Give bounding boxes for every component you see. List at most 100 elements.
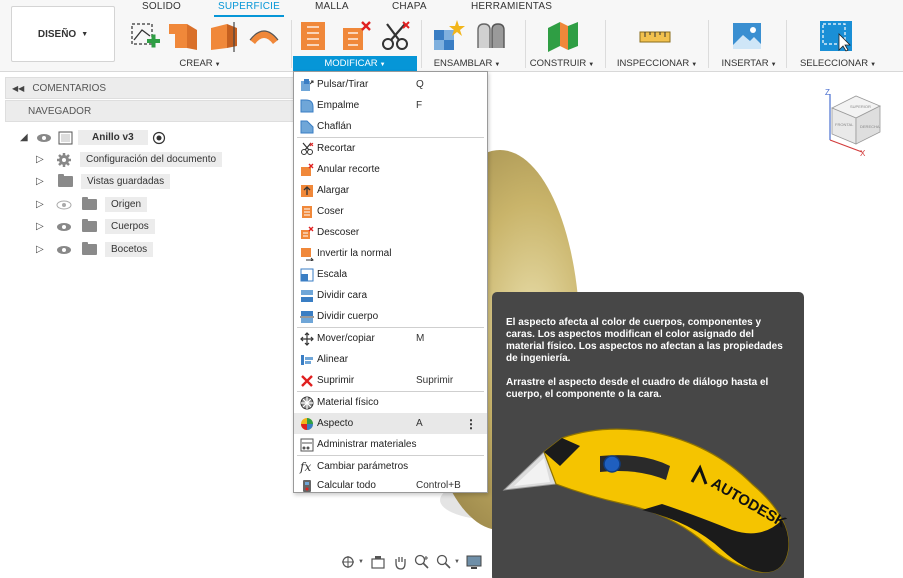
activate-radio-icon[interactable] [152, 131, 166, 145]
menu-item-delete[interactable]: Suprimir Suprimir [294, 370, 487, 391]
group-ensamblar[interactable]: ENSAMBLAR ▼ [428, 58, 506, 70]
menu-item-split-face[interactable]: Dividir cara [294, 285, 487, 306]
display-settings-icon[interactable] [466, 554, 482, 570]
chevron-down-icon[interactable]: ▼ [358, 559, 364, 565]
collapse-icon[interactable]: ◀◀ [12, 84, 24, 93]
cube-front-label: FRONTAL [835, 122, 854, 127]
comments-panel[interactable]: ◀◀ COMENTARIOS [5, 77, 295, 99]
axis-z-label: Z [825, 88, 830, 97]
group-inspeccionar[interactable]: INSPECCIONAR ▼ [614, 58, 700, 70]
new-component-icon[interactable] [432, 20, 466, 52]
orbit-icon[interactable] [340, 554, 356, 570]
browser-item-origin[interactable]: ▷ Origen [36, 195, 148, 214]
menu-item-untrim[interactable]: Anular recorte [294, 159, 487, 180]
menu-item-change-parameters[interactable]: fx Cambiar parámetros [294, 456, 487, 477]
unstitch-icon[interactable] [339, 20, 373, 52]
expand-triangle-icon[interactable]: ▷ [36, 154, 50, 165]
reverse-normal-icon [301, 247, 314, 261]
extrude-surface-icon[interactable] [167, 20, 201, 52]
stitch-icon[interactable] [297, 20, 331, 52]
extend-icon [301, 184, 313, 197]
menu-item-split-body[interactable]: Dividir cuerpo [294, 306, 487, 327]
look-at-icon[interactable] [370, 554, 386, 570]
browser-item-sketches[interactable]: ▷ Bocetos [36, 240, 154, 259]
tab-herramientas[interactable]: HERRAMIENTAS [471, 1, 552, 12]
press-pull-icon [301, 78, 314, 91]
group-seleccionar[interactable]: SELECCIONAR ▼ [796, 58, 880, 70]
tab-superficie[interactable]: SUPERFICIE [218, 1, 280, 12]
group-construir[interactable]: CONSTRUIR ▼ [528, 58, 596, 70]
menu-item-scale[interactable]: Escala [294, 264, 487, 285]
chamfer-icon [300, 120, 314, 133]
separator [605, 20, 606, 68]
folder-icon [58, 174, 73, 187]
modify-menu: Pulsar/Tirar Q Empalme F Chaflán Recorta… [293, 71, 488, 493]
menu-item-compute-all[interactable]: Calcular todo Control+B [294, 477, 487, 494]
workspace-dropdown[interactable]: DISEÑO ▼ [11, 6, 115, 62]
offset-plane-icon[interactable] [546, 20, 580, 52]
folder-icon [82, 242, 97, 255]
menu-item-manage-materials[interactable]: Administrar materiales [294, 434, 487, 455]
select-window-icon[interactable] [819, 20, 853, 52]
expand-triangle-icon[interactable]: ▷ [36, 221, 50, 232]
tab-chapa[interactable]: CHAPA [392, 1, 427, 12]
workspace-label: DISEÑO [37, 28, 77, 40]
visibility-eye-icon[interactable] [56, 222, 72, 232]
menu-item-align[interactable]: Alinear [294, 349, 487, 370]
measure-icon[interactable] [638, 20, 672, 52]
menu-item-fillet[interactable]: Empalme F [294, 95, 487, 116]
trim-icon[interactable] [379, 20, 413, 52]
visibility-eye-icon[interactable] [36, 133, 52, 143]
menu-item-extend[interactable]: Alargar [294, 180, 487, 201]
browser-root[interactable]: ◢ Anillo v3 [20, 128, 166, 147]
chevron-down-icon[interactable]: ▼ [454, 559, 460, 565]
browser-item-saved-views[interactable]: ▷ Vistas guardadas [36, 172, 171, 191]
browser-item-label: Bocetos [105, 242, 154, 257]
utility-knife-illustration: AUTODESK [502, 428, 789, 573]
more-options-icon[interactable]: ⋮ [465, 417, 477, 431]
visibility-eye-icon[interactable] [56, 245, 72, 255]
tab-malla[interactable]: MALLA [315, 1, 349, 12]
menu-item-chamfer[interactable]: Chaflán [294, 116, 487, 137]
manage-materials-icon [300, 438, 314, 451]
cube-top-label: SUPERIOR [850, 104, 871, 109]
move-icon [300, 331, 314, 346]
collapse-triangle-icon[interactable]: ◢ [20, 132, 34, 143]
tab-solido[interactable]: SOLIDO [142, 1, 181, 12]
browser-label: NAVEGADOR [28, 105, 92, 117]
menu-item-unstitch[interactable]: Descoser [294, 222, 487, 243]
loft-surface-icon[interactable] [247, 20, 281, 52]
menu-item-move-copy[interactable]: Mover/copiar M [294, 328, 487, 349]
menu-item-appearance[interactable]: Aspecto A ⋮ [294, 413, 487, 434]
fit-view-icon[interactable] [436, 554, 452, 570]
tooltip-instruction: Arrastre el aspecto desde el cuadro de d… [506, 377, 769, 400]
expand-triangle-icon[interactable]: ▷ [36, 199, 50, 210]
browser-panel-header[interactable]: NAVEGADOR [5, 100, 295, 122]
menu-item-reverse-normal[interactable]: Invertir la normal [294, 243, 487, 264]
group-insertar[interactable]: INSERTAR ▼ [718, 58, 780, 70]
viewcube[interactable]: Z X SUPERIOR FRONTAL DERECHA [822, 86, 887, 158]
joint-icon[interactable] [474, 20, 508, 52]
menu-item-trim[interactable]: Recortar [294, 138, 487, 159]
group-modificar[interactable]: MODIFICAR ▼ [293, 56, 417, 71]
browser-item-settings[interactable]: ▷ Configuración del documento [36, 150, 223, 169]
hidden-eye-icon[interactable] [56, 200, 72, 210]
sketch-icon[interactable] [128, 20, 162, 52]
group-crear[interactable]: CREAR ▼ [170, 58, 230, 70]
menu-item-press-pull[interactable]: Pulsar/Tirar Q [294, 74, 487, 95]
insert-image-icon[interactable] [730, 20, 764, 52]
zoom-icon[interactable] [414, 554, 430, 570]
pan-hand-icon[interactable] [392, 554, 408, 570]
browser-item-bodies[interactable]: ▷ Cuerpos [36, 217, 155, 236]
root-component-label: Anillo v3 [78, 130, 148, 145]
active-tab-indicator [214, 15, 284, 17]
browser-item-label: Origen [105, 197, 148, 212]
physical-material-icon [300, 396, 314, 409]
revolve-surface-icon[interactable] [207, 20, 241, 52]
expand-triangle-icon[interactable]: ▷ [36, 244, 50, 255]
menu-item-physical-material[interactable]: Material físico [294, 392, 487, 413]
menu-item-stitch[interactable]: Coser [294, 201, 487, 222]
unstitch-icon [301, 226, 314, 239]
separator [786, 20, 787, 68]
expand-triangle-icon[interactable]: ▷ [36, 176, 50, 187]
